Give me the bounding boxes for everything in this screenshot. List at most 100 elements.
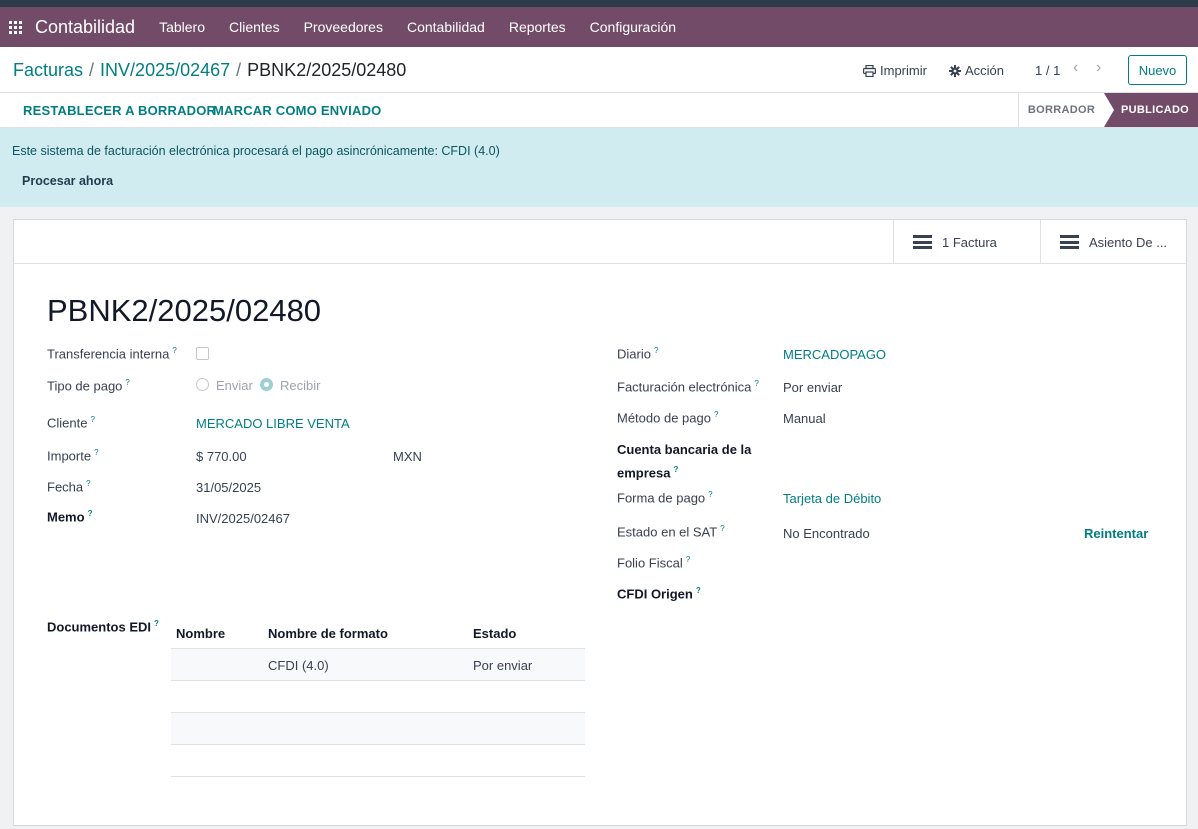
breadcrumb-separator: / bbox=[236, 60, 242, 80]
help-icon: ? bbox=[125, 378, 130, 387]
help-icon: ? bbox=[720, 524, 725, 533]
einvoice-label: Facturación electrónica? bbox=[617, 379, 759, 395]
smart-button-box: 1 Factura Asiento De ... bbox=[14, 220, 1186, 264]
record-title: PBNK2/2025/02480 bbox=[47, 293, 322, 328]
status-bar: RESTABLECER A BORRADOR MARCAR COMO ENVIA… bbox=[0, 93, 1198, 128]
breadcrumb-invoice[interactable]: INV/2025/02467 bbox=[100, 60, 230, 81]
cfdi-origin-label: CFDI Origen? bbox=[617, 586, 701, 602]
gear-icon bbox=[949, 64, 961, 77]
payment-method-label: Método de pago? bbox=[617, 410, 719, 426]
radio-receive-label: Recibir bbox=[280, 378, 321, 393]
amount-field[interactable]: $ 770.00 bbox=[196, 449, 247, 464]
alert-text: Este sistema de facturación electrónica … bbox=[12, 144, 500, 158]
apps-menu-icon[interactable] bbox=[9, 20, 22, 34]
print-label: Imprimir bbox=[880, 63, 927, 78]
invoice-smart-button[interactable]: 1 Factura bbox=[893, 220, 1040, 264]
help-icon: ? bbox=[90, 415, 95, 424]
list-icon bbox=[913, 235, 932, 249]
edi-documents-table: Nombre Nombre de formato Estado CFDI (4.… bbox=[171, 618, 585, 777]
payment-method-field[interactable]: Manual bbox=[783, 411, 826, 426]
column-state[interactable]: Estado bbox=[473, 626, 516, 641]
pager-value[interactable]: 1 / 1 bbox=[1035, 63, 1060, 78]
app-name[interactable]: Contabilidad bbox=[35, 17, 135, 38]
customer-field[interactable]: MERCADO LIBRE VENTA bbox=[196, 416, 350, 431]
form-sheet: 1 Factura Asiento De ... PBNK2/2025/0248… bbox=[13, 219, 1187, 826]
stage-draft[interactable]: BORRADOR bbox=[1018, 93, 1104, 127]
bank-account-label: Cuenta bancaria de la empresa? bbox=[617, 442, 752, 481]
internal-transfer-checkbox[interactable] bbox=[196, 347, 209, 360]
memo-label: Memo? bbox=[47, 509, 93, 525]
info-alert: Este sistema de facturación electrónica … bbox=[0, 128, 1198, 207]
help-icon: ? bbox=[154, 619, 159, 628]
menu-configuracion[interactable]: Configuración bbox=[578, 7, 688, 47]
row-format: CFDI (4.0) bbox=[268, 658, 329, 673]
currency-field[interactable]: MXN bbox=[393, 449, 422, 464]
radio-send[interactable] bbox=[196, 378, 209, 391]
journal-entry-smart-button[interactable]: Asiento De ... bbox=[1040, 220, 1186, 264]
mark-as-sent-button[interactable]: MARCAR COMO ENVIADO bbox=[213, 103, 381, 118]
payment-form-field[interactable]: Tarjeta de Débito bbox=[783, 491, 881, 506]
column-format[interactable]: Nombre de formato bbox=[268, 626, 388, 641]
column-name[interactable]: Nombre bbox=[176, 626, 225, 641]
action-label: Acción bbox=[965, 63, 1005, 78]
menu-clientes[interactable]: Clientes bbox=[217, 7, 292, 47]
action-button[interactable]: Acción bbox=[949, 63, 1004, 78]
einvoice-field: Por enviar bbox=[783, 380, 843, 395]
menu-tablero[interactable]: Tablero bbox=[147, 7, 217, 47]
menu-proveedores[interactable]: Proveedores bbox=[292, 7, 395, 47]
invoice-smart-label: 1 Factura bbox=[942, 234, 997, 250]
stage-published[interactable]: PUBLICADO bbox=[1104, 93, 1198, 127]
menu-contabilidad[interactable]: Contabilidad bbox=[395, 7, 497, 47]
help-icon: ? bbox=[172, 346, 177, 355]
breadcrumb: Facturas / INV/2025/02467 / PBNK2/2025/0… bbox=[13, 60, 406, 81]
journal-entry-smart-label: Asiento De ... bbox=[1089, 234, 1168, 250]
internal-transfer-label: Transferencia interna? bbox=[47, 346, 177, 362]
journal-field[interactable]: MERCADOPAGO bbox=[783, 347, 886, 362]
reset-to-draft-button[interactable]: RESTABLECER A BORRADOR bbox=[23, 103, 216, 118]
help-icon: ? bbox=[695, 586, 701, 595]
menu-reportes[interactable]: Reportes bbox=[497, 7, 578, 47]
sat-status-field: No Encontrado bbox=[783, 526, 870, 541]
journal-label: Diario? bbox=[617, 346, 659, 362]
printer-icon bbox=[863, 64, 876, 77]
help-icon: ? bbox=[708, 490, 713, 499]
list-icon bbox=[1060, 235, 1079, 249]
print-button[interactable]: Imprimir bbox=[863, 63, 927, 78]
edi-documents-label: Documentos EDI? bbox=[47, 619, 159, 635]
top-strip bbox=[0, 0, 1198, 7]
table-row-empty bbox=[171, 745, 585, 777]
table-row-empty bbox=[171, 713, 585, 745]
help-icon: ? bbox=[87, 509, 93, 518]
table-row[interactable]: CFDI (4.0) Por enviar bbox=[171, 649, 585, 681]
help-icon: ? bbox=[685, 555, 691, 564]
row-state: Por enviar bbox=[473, 658, 533, 673]
help-icon: ? bbox=[653, 346, 659, 355]
help-icon: ? bbox=[754, 379, 759, 388]
table-header: Nombre Nombre de formato Estado bbox=[171, 618, 585, 649]
pager-next-icon[interactable]: › bbox=[1096, 59, 1101, 77]
amount-label: Importe? bbox=[47, 448, 99, 464]
payment-type-label: Tipo de pago? bbox=[47, 378, 130, 394]
date-label: Fecha? bbox=[47, 479, 91, 495]
process-now-button[interactable]: Procesar ahora bbox=[22, 174, 113, 188]
new-button[interactable]: Nuevo bbox=[1128, 55, 1187, 85]
payment-form-label: Forma de pago? bbox=[617, 490, 713, 506]
breadcrumb-separator: / bbox=[89, 60, 95, 80]
date-field[interactable]: 31/05/2025 bbox=[196, 480, 261, 495]
retry-button[interactable]: Reintentar bbox=[1084, 526, 1148, 541]
customer-label: Cliente? bbox=[47, 415, 95, 431]
radio-receive[interactable] bbox=[260, 378, 273, 391]
sat-status-label: Estado en el SAT? bbox=[617, 524, 725, 540]
breadcrumb-facturas[interactable]: Facturas bbox=[13, 60, 83, 81]
help-icon: ? bbox=[94, 448, 99, 457]
control-panel: Facturas / INV/2025/02467 / PBNK2/2025/0… bbox=[0, 47, 1198, 93]
help-icon: ? bbox=[713, 410, 719, 419]
help-icon: ? bbox=[86, 479, 91, 488]
breadcrumb-current: PBNK2/2025/02480 bbox=[247, 60, 407, 80]
fiscal-folio-label: Folio Fiscal? bbox=[617, 555, 691, 571]
pager-previous-icon[interactable]: ‹ bbox=[1073, 59, 1078, 77]
main-navbar: Contabilidad Tablero Clientes Proveedore… bbox=[0, 7, 1198, 47]
table-row-empty bbox=[171, 681, 585, 713]
memo-field[interactable]: INV/2025/02467 bbox=[196, 511, 290, 526]
help-icon: ? bbox=[673, 465, 679, 474]
